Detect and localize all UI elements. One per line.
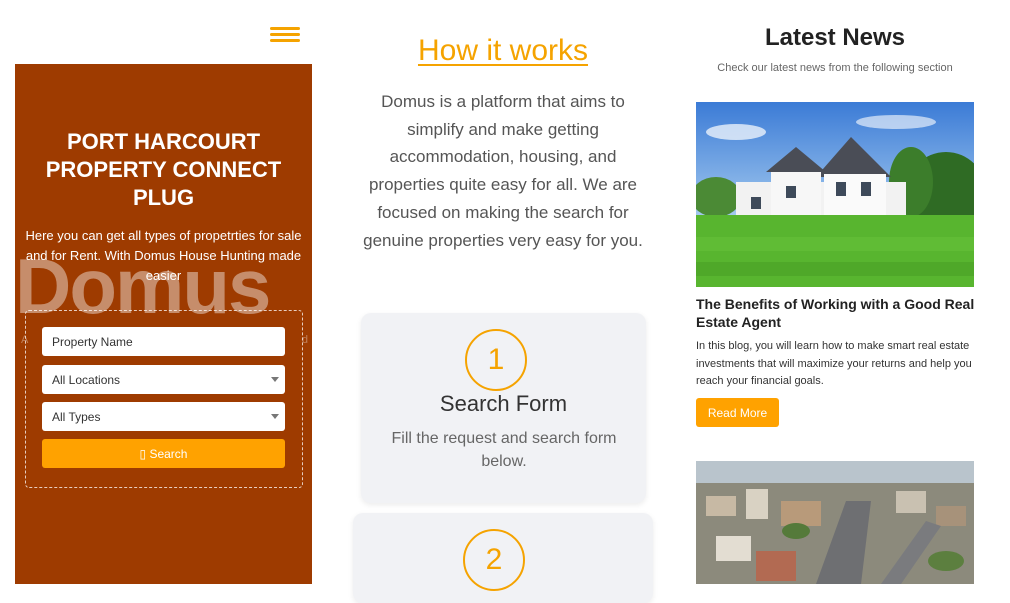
property-name-placeholder: Property Name — [52, 334, 133, 349]
step-card-2: 2 — [353, 513, 653, 603]
news-article-excerpt: In this blog, you will learn how to make… — [696, 340, 972, 387]
read-more-button[interactable]: Read More — [696, 398, 779, 427]
property-search-form: Property Name All Locations All Types ▯ … — [25, 310, 303, 488]
hero-subtitle: Here you can get all types of propetrtie… — [25, 228, 302, 283]
news-article-title[interactable]: The Benefits of Working with a Good Real… — [696, 295, 976, 331]
search-button-label: ▯ Search — [139, 446, 188, 461]
news-article-image-2[interactable] — [696, 461, 974, 584]
step-title: Search Form — [439, 391, 568, 416]
step-card-1: 1 Search Form Fill the request and searc… — [361, 313, 646, 503]
how-it-works-title[interactable]: How it works — [350, 34, 656, 68]
hamburger-menu-icon[interactable] — [270, 27, 300, 43]
property-name-input[interactable]: Property Name — [42, 327, 285, 356]
city-aerial-photo — [696, 461, 974, 584]
chevron-down-icon — [271, 377, 279, 382]
step-number-badge: 2 — [463, 529, 525, 591]
step-number-badge: 1 — [465, 329, 527, 391]
chevron-down-icon — [271, 414, 279, 419]
hero-title: PORT HARCOURT PROPERTY CONNECT PLUG — [45, 129, 282, 210]
hero-panel: PORT HARCOURT PROPERTY CONNECT PLUG Domu… — [15, 64, 312, 584]
type-select-value: All Types — [52, 409, 101, 424]
location-select[interactable]: All Locations — [42, 365, 285, 394]
step-description: Fill the request and search form below. — [391, 430, 617, 470]
read-more-label: Read More — [707, 405, 768, 420]
latest-news-subtitle: Check our latest news from the following… — [717, 62, 953, 74]
search-button[interactable]: ▯ Search — [42, 439, 285, 468]
how-it-works-description: Domus is a platform that aims to simplif… — [363, 92, 643, 250]
type-select[interactable]: All Types — [42, 402, 285, 431]
news-article-image[interactable] — [696, 102, 974, 287]
location-select-value: All Locations — [52, 372, 121, 387]
house-photo — [696, 102, 974, 287]
latest-news-title: Latest News — [764, 24, 906, 51]
